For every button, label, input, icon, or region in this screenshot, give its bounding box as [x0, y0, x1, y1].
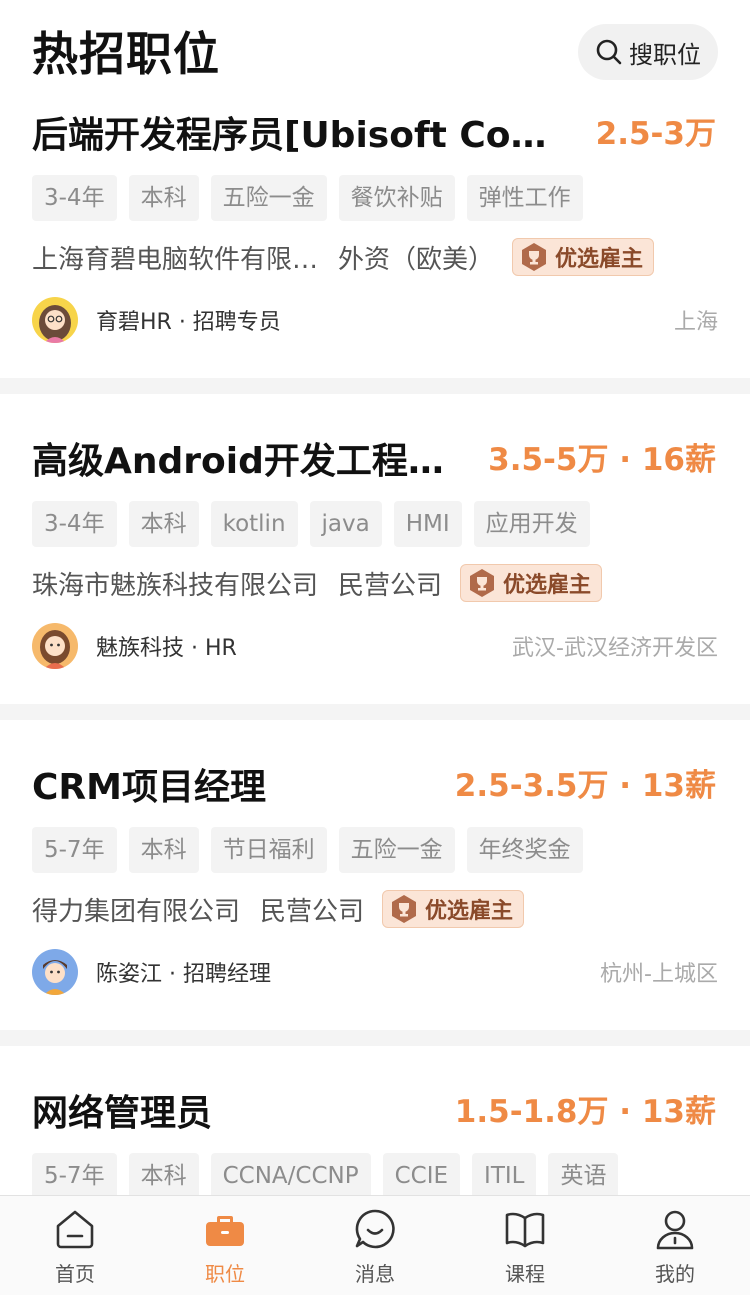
badge-label: 优选雇主: [555, 247, 644, 272]
job-title: 后端开发程序员[Ubisoft Conn…: [32, 115, 562, 156]
job-card[interactable]: 后端开发程序员[Ubisoft Conn… 2.5-3万 3-4年 本科 五险一…: [0, 100, 750, 378]
job-tag: kotlin: [210, 501, 298, 547]
job-card[interactable]: 高级Android开发工程师… 3.5-5万 · 16薪 3-4年 本科 kot…: [0, 394, 750, 704]
job-tag: 3-4年: [32, 501, 117, 547]
company-name: 得力集团有限公司: [32, 896, 241, 927]
job-tag: 弹性工作: [466, 175, 583, 221]
job-card[interactable]: CRM项目经理 2.5-3.5万 · 13薪 5-7年 本科 节日福利 五险一金…: [0, 720, 750, 1030]
job-location: 上海: [673, 310, 718, 335]
bottom-tab-bar: 首页 职位 消息 课程 我的: [0, 1195, 750, 1295]
job-tag: 5-7年: [32, 1153, 117, 1199]
home-icon: [56, 1210, 94, 1249]
hr-row: 魅族科技 · HR 武汉-武汉经济开发区: [32, 623, 718, 669]
job-salary: 2.5-3.5万 · 13薪: [454, 768, 716, 804]
job-tag: 本科: [128, 175, 199, 221]
company-row: 珠海市魅族科技有限公司 民营公司 优选雇主: [32, 564, 603, 602]
hr-row: 陈姿江 · 招聘经理 杭州-上城区: [32, 949, 718, 995]
trophy-icon: [522, 243, 547, 271]
company-row: 得力集团有限公司 民营公司 优选雇主: [32, 890, 525, 928]
preferred-employer-badge: 优选雇主: [460, 564, 603, 602]
badge-label: 优选雇主: [425, 899, 514, 924]
tab-label: 职位: [205, 1262, 245, 1286]
tab-label: 课程: [505, 1262, 545, 1286]
company-row: 上海育碧电脑软件有限… 外资（欧美） 优选雇主: [32, 238, 655, 276]
page-header: 热招职位 搜职位: [0, 0, 750, 100]
job-location: 杭州-上城区: [600, 962, 718, 987]
job-title: CRM项目经理: [32, 767, 266, 808]
company-type: 外资（欧美）: [338, 244, 495, 275]
avatar: [32, 623, 78, 669]
job-tags: 3-4年 本科 kotlin java HMI 应用开发: [32, 501, 590, 547]
job-card[interactable]: 网络管理员 1.5-1.8万 · 13薪 5-7年 本科 CCNA/CCNP C…: [0, 1046, 750, 1206]
job-tag: 3-4年: [32, 175, 117, 221]
job-tag: ITIL: [472, 1153, 537, 1199]
book-icon: [505, 1212, 545, 1248]
page-title: 热招职位: [32, 27, 220, 81]
company-type: 民营公司: [338, 570, 443, 601]
tab-courses[interactable]: 课程: [450, 1196, 600, 1295]
job-tag: java: [309, 501, 382, 547]
job-tag: 应用开发: [473, 501, 590, 547]
job-tag: CCNA/CCNP: [210, 1153, 371, 1199]
search-jobs-button[interactable]: 搜职位: [578, 24, 718, 80]
tab-profile[interactable]: 我的: [600, 1196, 750, 1295]
trophy-icon: [392, 895, 417, 923]
job-tag: 餐饮补贴: [338, 175, 455, 221]
job-tag: 本科: [128, 827, 199, 873]
trophy-icon: [470, 569, 495, 597]
job-salary: 2.5-3万: [595, 116, 716, 152]
avatar: [32, 297, 78, 343]
job-tag: 本科: [128, 501, 199, 547]
tab-home[interactable]: 首页: [0, 1196, 150, 1295]
card-divider: [0, 1030, 750, 1046]
tab-label: 首页: [55, 1262, 95, 1286]
job-tag: 五险一金: [338, 827, 455, 873]
job-location: 武汉-武汉经济开发区: [512, 636, 718, 661]
job-tag: 节日福利: [210, 827, 327, 873]
job-tag: 年终奖金: [466, 827, 583, 873]
preferred-employer-badge: 优选雇主: [382, 890, 525, 928]
job-tag: 英语: [548, 1153, 619, 1199]
message-icon: [355, 1209, 395, 1249]
job-tag: 五险一金: [210, 175, 327, 221]
avatar: [32, 949, 78, 995]
search-jobs-label: 搜职位: [629, 40, 701, 69]
company-name: 上海育碧电脑软件有限…: [32, 244, 319, 275]
search-icon: [596, 39, 622, 65]
company-name: 珠海市魅族科技有限公司: [32, 570, 319, 601]
hr-name: 魅族科技 · HR: [96, 636, 237, 661]
job-tags: 5-7年 本科 节日福利 五险一金 年终奖金: [32, 827, 583, 873]
briefcase-icon: [206, 1216, 244, 1246]
hr-name: 育碧HR · 招聘专员: [96, 310, 281, 335]
profile-icon: [656, 1210, 694, 1250]
job-tag: HMI: [393, 501, 462, 547]
card-divider: [0, 704, 750, 720]
hr-row: 育碧HR · 招聘专员 上海: [32, 297, 718, 343]
tab-label: 我的: [655, 1262, 695, 1286]
job-title: 高级Android开发工程师…: [32, 441, 472, 482]
hr-name: 陈姿江 · 招聘经理: [96, 962, 271, 987]
tab-label: 消息: [355, 1262, 395, 1286]
job-salary: 3.5-5万 · 16薪: [488, 442, 716, 478]
job-tag: 5-7年: [32, 827, 117, 873]
job-tags: 5-7年 本科 CCNA/CCNP CCIE ITIL 英语: [32, 1153, 619, 1199]
job-tag: CCIE: [382, 1153, 461, 1199]
badge-label: 优选雇主: [503, 573, 592, 598]
job-salary: 1.5-1.8万 · 13薪: [454, 1094, 716, 1130]
company-type: 民营公司: [260, 896, 365, 927]
job-title: 网络管理员: [32, 1093, 213, 1134]
tab-jobs[interactable]: 职位: [150, 1196, 300, 1295]
preferred-employer-badge: 优选雇主: [512, 238, 655, 276]
card-divider: [0, 378, 750, 394]
tab-messages[interactable]: 消息: [300, 1196, 450, 1295]
job-tag: 本科: [128, 1153, 199, 1199]
job-tags: 3-4年 本科 五险一金 餐饮补贴 弹性工作: [32, 175, 583, 221]
